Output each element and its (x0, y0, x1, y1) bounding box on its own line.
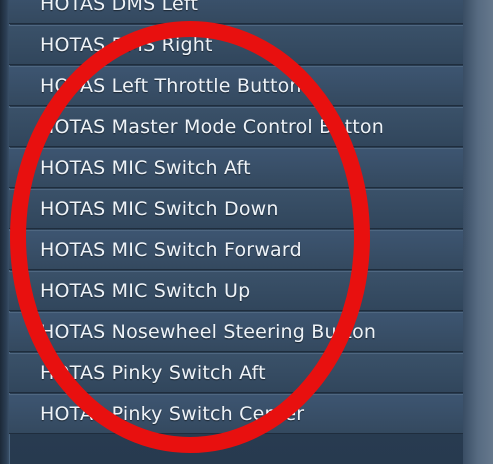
command-list-panel: HOTAS DMS Left HOTAS DMS Right HOTAS Lef… (0, 0, 493, 464)
list-item[interactable]: HOTAS DMS Right (9, 25, 463, 65)
list-item-label: HOTAS Pinky Switch Aft (40, 362, 266, 384)
list-item-label: HOTAS MIC Switch Up (40, 280, 251, 302)
list-item[interactable]: HOTAS MIC Switch Up (9, 271, 463, 311)
list-item[interactable]: HOTAS Pinky Switch Aft (9, 353, 463, 393)
list-item[interactable]: HOTAS Master Mode Control Button (9, 107, 463, 147)
list-item-label: HOTAS MIC Switch Forward (40, 239, 302, 261)
command-list: HOTAS DMS Left HOTAS DMS Right HOTAS Lef… (9, 0, 463, 435)
list-item-label: HOTAS DMS Left (40, 0, 199, 15)
list-item[interactable]: HOTAS MIC Switch Aft (9, 148, 463, 188)
list-item-label: HOTAS DMS Right (40, 34, 213, 56)
list-item[interactable]: HOTAS MIC Switch Down (9, 189, 463, 229)
list-item[interactable]: HOTAS DMS Left (9, 0, 463, 24)
list-item[interactable]: HOTAS MIC Switch Forward (9, 230, 463, 270)
list-item[interactable]: HOTAS Nosewheel Steering Button (9, 312, 463, 352)
list-item[interactable]: HOTAS Left Throttle Button (9, 66, 463, 106)
list-item-label: HOTAS Master Mode Control Button (40, 116, 384, 138)
list-item-label: HOTAS MIC Switch Aft (40, 157, 251, 179)
list-item-label: HOTAS Left Throttle Button (40, 75, 302, 97)
list-item[interactable]: HOTAS Pinky Switch Center (9, 394, 463, 434)
list-item-label: HOTAS Pinky Switch Center (40, 403, 305, 425)
list-item-label: HOTAS Nosewheel Steering Button (40, 321, 377, 343)
list-item-label: HOTAS MIC Switch Down (40, 198, 279, 220)
right-side-panel (463, 0, 493, 464)
